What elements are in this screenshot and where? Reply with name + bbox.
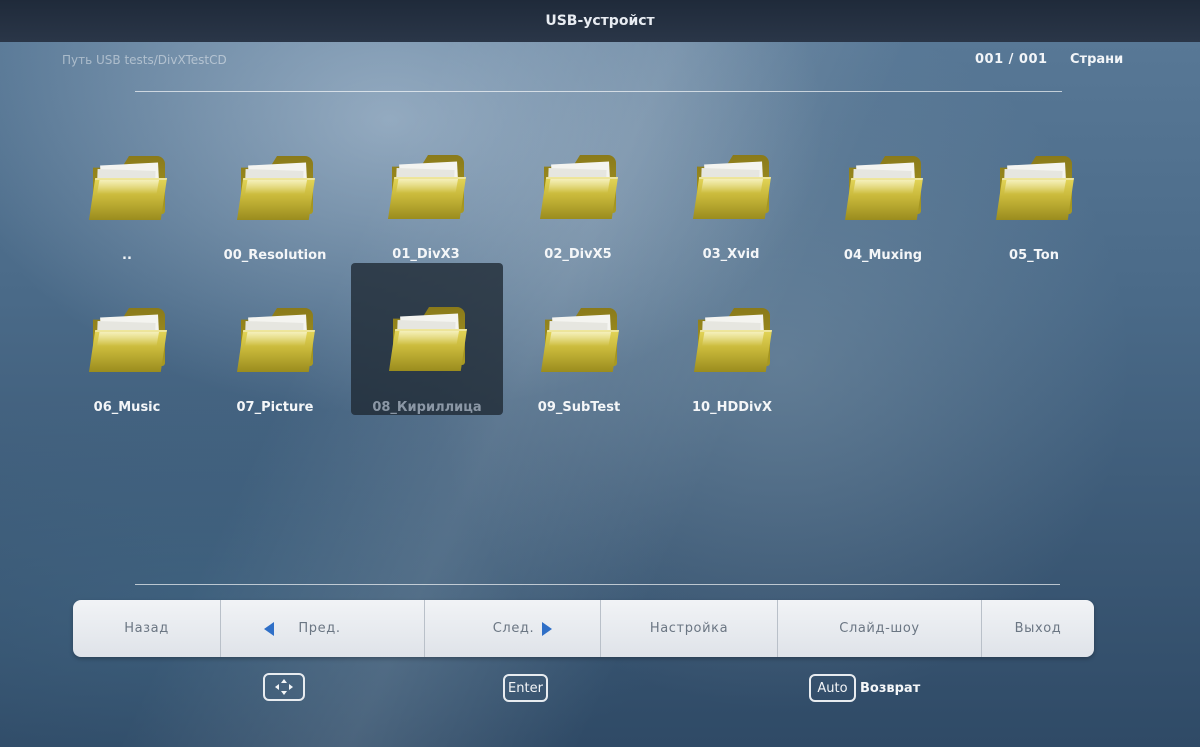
- next-button-label: След.: [492, 621, 535, 636]
- folder-item-07-picture[interactable]: 07_Picture: [199, 288, 351, 440]
- folder-label: 01_DivX3: [392, 247, 460, 262]
- exit-button[interactable]: Выход: [982, 600, 1094, 657]
- folder-item-04-muxing[interactable]: 04_Muxing: [807, 136, 959, 288]
- triangle-right-icon: [542, 621, 553, 636]
- folder-icon: [996, 156, 1074, 222]
- folder-icon: [541, 308, 619, 374]
- triangle-left-icon: [264, 621, 275, 636]
- folder-icon: [540, 155, 618, 221]
- folder-icon: [693, 155, 771, 221]
- top-divider: [135, 91, 1062, 92]
- folder-label: ..: [122, 248, 132, 263]
- folder-item-06-music[interactable]: 06_Music: [51, 288, 203, 440]
- bottom-divider: [135, 584, 1060, 585]
- folder-item-00-resolution[interactable]: 00_Resolution: [199, 136, 351, 288]
- enter-key-hint: Enter: [503, 674, 548, 702]
- folder-icon: [694, 308, 772, 374]
- folder-item-09-subtest[interactable]: 09_SubTest: [503, 288, 655, 440]
- folder-icon: [89, 156, 167, 222]
- folder-item-02-divx5[interactable]: 02_DivX5: [502, 135, 654, 287]
- folder-icon: [237, 308, 315, 374]
- page-counter: 001 / 001: [975, 52, 1048, 67]
- prev-button-label: Пред.: [298, 621, 341, 636]
- next-button[interactable]: След.: [425, 600, 601, 657]
- slideshow-button-label: Слайд-шоу: [839, 621, 920, 636]
- folder-label: 02_DivX5: [544, 247, 612, 262]
- dpad-key-hint: [263, 673, 305, 701]
- window-title: USB-устройст: [545, 13, 655, 29]
- folder-label: 06_Music: [93, 400, 161, 415]
- slideshow-button[interactable]: Слайд-шоу: [778, 600, 982, 657]
- folder-label: 04_Muxing: [843, 248, 923, 263]
- folder-item-parent[interactable]: ..: [51, 136, 203, 288]
- enter-key-label: Enter: [508, 680, 543, 696]
- folder-item-08-cyrillic-selected[interactable]: 08_Кириллица: [351, 263, 503, 415]
- folder-label: 10_HDDivX: [691, 400, 772, 415]
- folder-icon: [389, 307, 467, 373]
- folder-item-03-xvid[interactable]: 03_Xvid: [655, 135, 807, 287]
- exit-button-label: Выход: [1014, 621, 1062, 636]
- folder-item-10-hddivx[interactable]: 10_HDDivX: [656, 288, 808, 440]
- bottom-toolbar: Назад Пред. След. Настройка Слайд-шоу Вы…: [73, 600, 1094, 657]
- folder-label: 05_Ton: [1009, 248, 1059, 263]
- prev-button[interactable]: Пред.: [221, 600, 425, 657]
- folder-label: 03_Xvid: [702, 247, 760, 262]
- folder-label: 09_SubTest: [537, 400, 621, 415]
- folder-label: 00_Resolution: [223, 248, 327, 263]
- settings-button[interactable]: Настройка: [601, 600, 778, 657]
- settings-button-label: Настройка: [649, 621, 729, 636]
- dpad-icon: [275, 679, 293, 695]
- folder-label: 08_Кириллица: [372, 400, 482, 415]
- path-text: Путь USB tests/DivXTestCD: [62, 53, 227, 67]
- page-label: Страни: [1070, 52, 1124, 67]
- back-button[interactable]: Назад: [73, 600, 221, 657]
- folder-icon: [237, 156, 315, 222]
- return-hint-text: Возврат: [860, 681, 921, 696]
- auto-key-hint: Auto: [809, 674, 856, 702]
- title-bar: USB-устройст: [0, 0, 1200, 42]
- folder-icon: [388, 155, 466, 221]
- folder-item-05-ton[interactable]: 05_Ton: [958, 136, 1110, 288]
- folder-label: 07_Picture: [236, 400, 314, 415]
- folder-icon: [845, 156, 923, 222]
- back-button-label: Назад: [124, 621, 169, 636]
- auto-key-label: Auto: [817, 680, 848, 696]
- folder-icon: [89, 308, 167, 374]
